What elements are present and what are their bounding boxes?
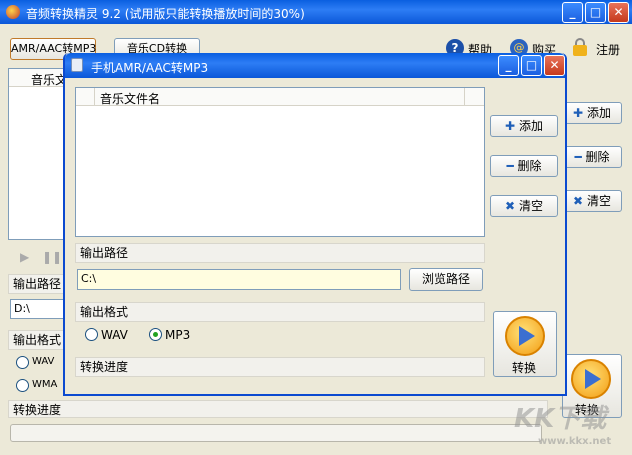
main-maximize-button[interactable]: □: [585, 2, 606, 23]
main-delete-button[interactable]: ━ 删除: [562, 146, 622, 168]
plus-icon: ✚: [505, 119, 516, 133]
dialog-title: 手机AMR/AAC转MP3: [91, 61, 209, 75]
main-output-path-field[interactable]: D:\: [10, 299, 70, 319]
main-format-wav-label: WAV: [32, 356, 55, 367]
clear-icon: ✖: [573, 194, 584, 208]
main-titlebar[interactable]: 音频转换精灵 9.2 (试用版只能转换播放时间的30%) _ □ ✕: [0, 0, 632, 24]
watermark-url: www.kkx.net: [538, 436, 612, 447]
watermark-logo: KK下载 www.kkx.net: [512, 394, 630, 454]
main-format-wav-radio[interactable]: [16, 356, 29, 369]
dialog-convert-label: 转换: [512, 361, 537, 375]
main-progress-label: 转换进度: [8, 400, 548, 418]
main-format-wma-radio[interactable]: [16, 379, 29, 392]
dialog-progress-label: 转换进度: [75, 357, 485, 377]
main-add-button[interactable]: ✚ 添加: [562, 102, 622, 124]
minus-icon: ━: [574, 150, 582, 164]
dialog-format-wav-radio[interactable]: [85, 328, 98, 341]
register-link[interactable]: 注册: [596, 41, 620, 58]
main-output-path-label: 输出路径: [8, 274, 70, 294]
dialog-format-mp3-radio[interactable]: [149, 328, 162, 341]
dialog-app-icon: [71, 58, 83, 72]
lock-icon[interactable]: [573, 38, 587, 56]
dialog-convert-button[interactable]: 转换: [493, 311, 557, 377]
main-list-header: 音乐文: [31, 73, 68, 87]
convert-play-icon: [519, 326, 535, 346]
main-minimize-button[interactable]: _: [562, 2, 583, 23]
dialog-file-list[interactable]: 音乐文件名: [75, 87, 485, 237]
main-close-button[interactable]: ✕: [608, 2, 629, 23]
plus-icon: ✚: [573, 106, 584, 120]
convert-play-icon: [585, 369, 601, 389]
dialog-format-wav-label: WAV: [101, 328, 128, 342]
main-file-list[interactable]: 音乐文: [8, 68, 70, 240]
main-output-format-label: 输出格式: [8, 330, 70, 350]
watermark-text: KK下载: [514, 404, 607, 434]
app-icon: [6, 5, 20, 19]
dialog-titlebar[interactable]: 手机AMR/AAC转MP3 _ □ ✕: [65, 53, 565, 78]
dialog-maximize-button[interactable]: □: [521, 55, 542, 76]
clear-icon: ✖: [505, 199, 516, 213]
dialog-format-mp3-label: MP3: [165, 328, 191, 342]
dialog-output-format-label: 输出格式: [75, 302, 485, 322]
dialog-delete-button[interactable]: ━ 删除: [490, 155, 558, 177]
main-format-wma-label: WMA: [32, 379, 58, 390]
play-icon[interactable]: ▶: [20, 250, 29, 264]
dialog-minimize-button[interactable]: _: [498, 55, 519, 76]
pause-icon[interactable]: ❚❚: [42, 250, 62, 264]
dialog-clear-button[interactable]: ✖ 清空: [490, 195, 558, 217]
main-progress-bar: [10, 424, 542, 442]
main-clear-button[interactable]: ✖ 清空: [562, 190, 622, 212]
dialog-list-header: 音乐文件名: [100, 92, 161, 106]
dialog-add-button[interactable]: ✚ 添加: [490, 115, 558, 137]
dialog-browse-button[interactable]: 浏览路径: [409, 268, 483, 291]
dialog-output-path-label: 输出路径: [75, 243, 485, 263]
dialog-output-path-field[interactable]: C:\: [77, 269, 401, 290]
dialog-close-button[interactable]: ✕: [544, 55, 565, 76]
main-title: 音频转换精灵 9.2 (试用版只能转换播放时间的30%): [26, 7, 305, 21]
dialog-window: 手机AMR/AAC转MP3 _ □ ✕ 音乐文件名 ✚ 添加 ━ 删除 ✖ 清空…: [63, 53, 567, 396]
minus-icon: ━: [506, 159, 514, 173]
